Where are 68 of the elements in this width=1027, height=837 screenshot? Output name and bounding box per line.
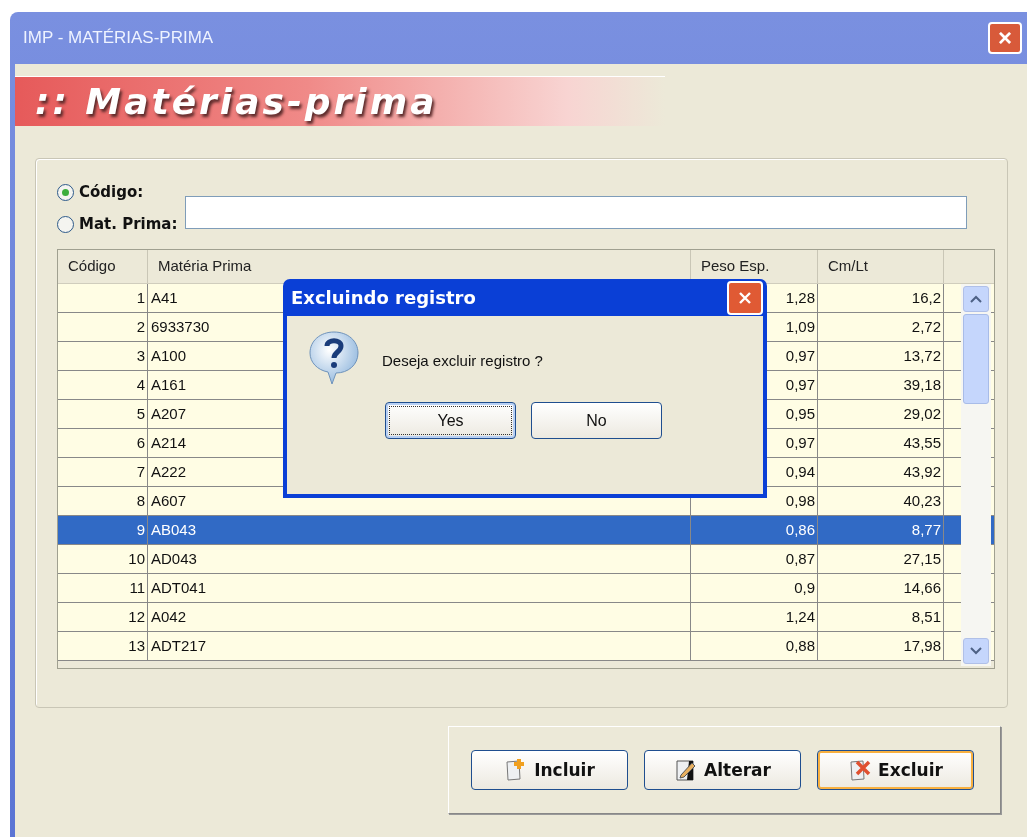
table-cell: 29,02 [818, 400, 944, 428]
table-row[interactable]: 10 AD043 0,87 27,15 [58, 545, 994, 574]
column-header[interactable]: Código [58, 250, 148, 283]
table-cell: 1,24 [691, 603, 818, 631]
table-cell: 17,98 [818, 632, 944, 660]
table-cell: 27,15 [818, 545, 944, 573]
close-button[interactable] [727, 280, 763, 315]
window-title: IMP - MATÉRIAS-PRIMA [23, 28, 214, 48]
table-row[interactable]: 9 AB043 0,86 8,77 [58, 516, 994, 545]
chevron-up-icon [970, 295, 982, 303]
table-cell: 2,72 [818, 313, 944, 341]
radio-label[interactable]: Código: [79, 183, 144, 201]
table-cell: 11 [58, 574, 148, 602]
table-cell: 13,72 [818, 342, 944, 370]
table-cell: AD043 [148, 545, 691, 573]
table-cell: 5 [58, 400, 148, 428]
table-cell: 13 [58, 632, 148, 660]
banner-title: :: Matérias-prima [35, 81, 438, 122]
chevron-down-icon [970, 647, 982, 655]
table-cell: 43,92 [818, 458, 944, 486]
action-button[interactable]: Incluir [471, 750, 628, 790]
table-cell: 8,77 [818, 516, 944, 544]
table-cell: 7 [58, 458, 148, 486]
table-cell: 10 [58, 545, 148, 573]
scroll-thumb[interactable] [963, 314, 989, 404]
table-row[interactable]: 11 ADT041 0,9 14,66 [58, 574, 994, 603]
delete-document-icon [848, 758, 873, 782]
table-row[interactable]: 12 A042 1,24 8,51 [58, 603, 994, 632]
table-cell: 0,87 [691, 545, 818, 573]
table-cell: AB043 [148, 516, 691, 544]
table-cell: 1 [58, 284, 148, 312]
table-cell: 6 [58, 429, 148, 457]
action-button[interactable]: Excluir [817, 750, 974, 790]
table-row[interactable]: 13 ADT217 0,88 17,98 [58, 632, 994, 661]
dialog-button[interactable]: No [531, 402, 662, 439]
table-cell: 0,9 [691, 574, 818, 602]
dialog-message: Deseja excluir registro ? [382, 351, 543, 369]
scrollbar[interactable] [961, 284, 991, 666]
radio-button[interactable] [57, 183, 74, 201]
dialog-title: Excluindo registro [291, 287, 476, 308]
table-cell: A042 [148, 603, 691, 631]
radio-button[interactable] [57, 215, 74, 233]
table-cell: 9 [58, 516, 148, 544]
table-cell: 2 [58, 313, 148, 341]
table-cell: 43,55 [818, 429, 944, 457]
close-button[interactable]: × [988, 22, 1022, 54]
table-cell: 3 [58, 342, 148, 370]
scroll-up-button[interactable] [963, 286, 989, 312]
table-cell: 16,2 [818, 284, 944, 312]
table-cell: 39,18 [818, 371, 944, 399]
scroll-down-button[interactable] [963, 638, 989, 664]
column-header[interactable]: Cm/Lt [818, 250, 944, 283]
action-button[interactable]: Alterar [644, 750, 801, 790]
table-cell: 14,66 [818, 574, 944, 602]
close-icon [738, 290, 752, 305]
table-cell: 0,88 [691, 632, 818, 660]
table-cell: ADT217 [148, 632, 691, 660]
table-cell: 8,51 [818, 603, 944, 631]
table-cell: 4 [58, 371, 148, 399]
table-cell: 0,86 [691, 516, 818, 544]
question-icon [308, 330, 360, 386]
search-field[interactable] [185, 196, 968, 229]
radio-label[interactable]: Mat. Prima: [79, 215, 178, 233]
table-cell: 8 [58, 487, 148, 515]
dialog-button[interactable]: Yes [385, 402, 516, 439]
table-cell: ADT041 [148, 574, 691, 602]
table-cell: 40,23 [818, 487, 944, 515]
table-cell: 12 [58, 603, 148, 631]
